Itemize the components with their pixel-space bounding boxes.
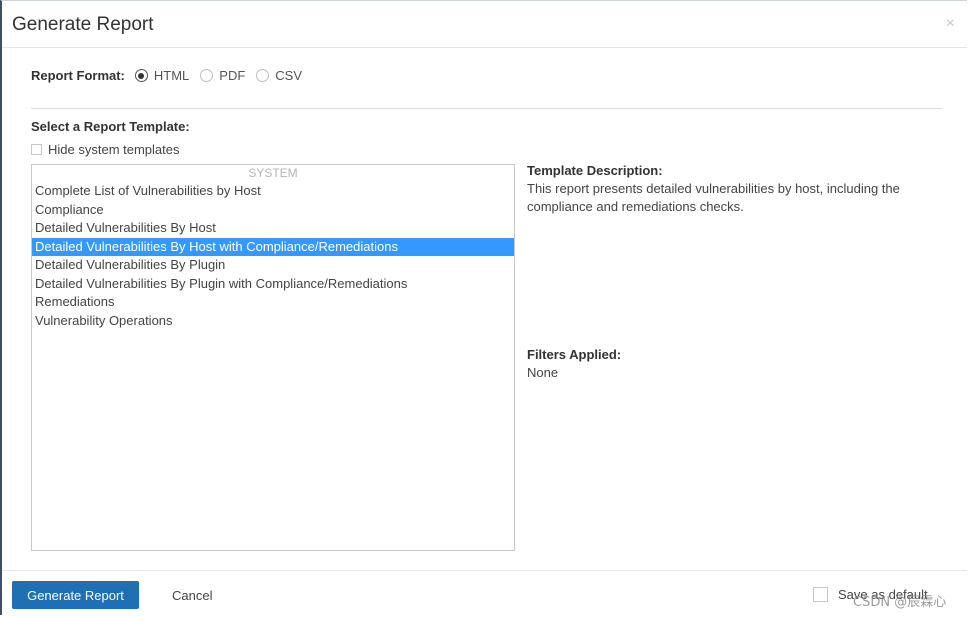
generate-report-button[interactable]: Generate Report [12,581,139,609]
filters-applied-value: None [527,365,559,380]
template-list-item[interactable]: Remediations [32,293,514,312]
template-section-title: Select a Report Template: [31,119,190,134]
template-list-item[interactable]: Vulnerability Operations [32,312,514,331]
report-format-row: Report Format: HTML PDF CSV [31,68,313,83]
dialog-body: Report Format: HTML PDF CSV Select a Rep… [2,48,967,570]
generate-report-dialog: Generate Report × Report Format: HTML PD… [0,0,967,615]
dialog-title: Generate Report [12,14,154,35]
template-list-item[interactable]: Detailed Vulnerabilities By Plugin [32,256,514,275]
hide-system-templates-label[interactable]: Hide system templates [48,142,180,157]
save-as-default-checkbox[interactable] [813,587,828,602]
template-list-item[interactable]: Detailed Vulnerabilities By Host [32,219,514,238]
close-icon[interactable]: × [946,14,955,34]
hide-system-templates-checkbox[interactable] [31,144,42,155]
radio-pdf[interactable] [200,69,214,82]
cancel-button[interactable]: Cancel [172,588,212,603]
report-format-label: Report Format: [31,68,125,83]
watermark: CSDN @辰霖心 [853,595,947,610]
template-description-title: Template Description: [527,163,663,178]
hide-system-templates-row[interactable]: Hide system templates [31,142,180,157]
radio-csv-label[interactable]: CSV [275,68,302,83]
template-list[interactable]: SYSTEM Complete List of Vulnerabilities … [31,164,515,551]
template-list-item-selected[interactable]: Detailed Vulnerabilities By Host with Co… [32,237,514,256]
radio-html-label[interactable]: HTML [154,68,189,83]
dialog-header: Generate Report × [2,1,967,48]
template-description-text: This report presents detailed vulnerabil… [527,181,900,214]
list-group-header: SYSTEM [248,166,298,180]
divider [31,108,942,109]
dialog-footer: Generate Report Cancel Save as default [2,570,967,617]
template-list-item[interactable]: Complete List of Vulnerabilities by Host [32,182,514,201]
radio-html[interactable] [134,69,148,82]
filters-applied-title: Filters Applied: [527,347,622,362]
template-list-item[interactable]: Detailed Vulnerabilities By Plugin with … [32,275,514,294]
radio-csv[interactable] [256,69,270,82]
radio-pdf-label[interactable]: PDF [219,68,245,83]
template-list-item[interactable]: Compliance [32,201,514,220]
